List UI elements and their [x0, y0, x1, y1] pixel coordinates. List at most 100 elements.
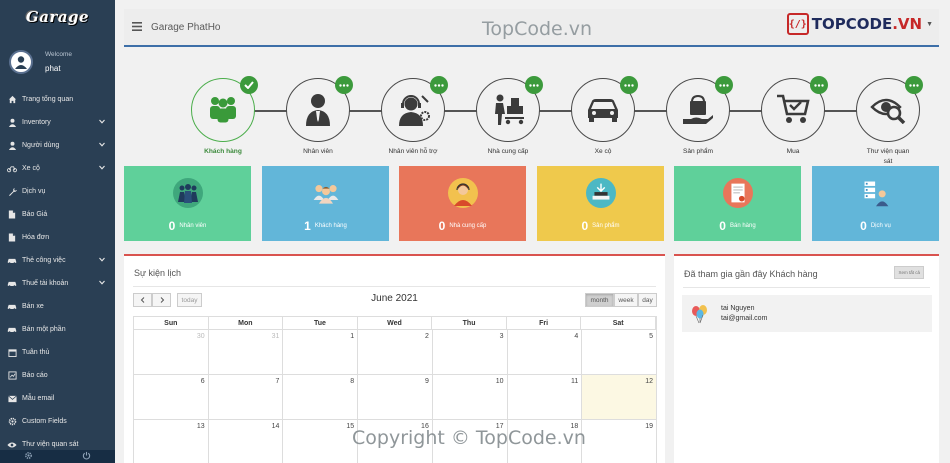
calendar-day[interactable]: 5 [582, 330, 657, 375]
hamburger-menu-icon[interactable] [132, 21, 142, 33]
sidebar-item-7[interactable]: Thẻ công việc [0, 249, 115, 272]
sidebar-item-0[interactable]: Trang tổng quan [0, 88, 115, 111]
file-icon [7, 210, 17, 219]
sidebar-item-6[interactable]: Hóa đơn [0, 226, 115, 249]
user-icon [7, 141, 17, 150]
step-button[interactable] [286, 76, 353, 142]
car-icon [585, 96, 621, 124]
calendar-day[interactable]: 7 [208, 375, 284, 420]
calendar-day[interactable]: 19 [582, 420, 657, 463]
calendar-day[interactable]: 2 [358, 330, 433, 375]
calendar-day[interactable]: 13 [134, 420, 209, 463]
chevron-down-icon[interactable]: ▼ [926, 21, 933, 28]
view-week-button[interactable]: week [614, 293, 638, 307]
recent-customers-panel: Đã tham gia gần đây Khách hàng Xem tất c… [674, 254, 939, 463]
tile-label: Dịch vụ [870, 223, 891, 229]
calendar-day[interactable]: 9 [358, 375, 433, 420]
more-dots-icon [810, 76, 828, 94]
calendar-day[interactable]: 4 [507, 330, 583, 375]
stat-tile-5[interactable]: 0 Dịch vụ [812, 166, 939, 241]
calendar-view-switcher: month week day [585, 293, 657, 307]
calendar-day[interactable]: 10 [432, 375, 508, 420]
sidebar-item-3[interactable]: Xe cộ [0, 157, 115, 180]
sidebar-item-1[interactable]: Inventory [0, 111, 115, 134]
step-label: Nhân viên hỗ trợ [388, 148, 438, 155]
step-7: Thư viện quan sát [843, 76, 933, 167]
sidebar-item-9[interactable]: Bán xe [0, 295, 115, 318]
calendar-nav: today [133, 293, 202, 307]
settings-gear-icon[interactable] [24, 451, 33, 462]
customers-icon [311, 178, 341, 208]
sidebar-item-5[interactable]: Báo Giá [0, 203, 115, 226]
step-button[interactable] [856, 76, 923, 142]
sidebar-item-10[interactable]: Bán một phần [0, 318, 115, 341]
sidebar-item-label: Báo cáo [22, 372, 48, 379]
stat-tile-1[interactable]: 1 Khách hàng [262, 166, 389, 241]
step-button[interactable] [476, 76, 543, 142]
calendar-day[interactable]: 3 [432, 330, 508, 375]
calendar-week-row: 30 31 1 2 3 4 5 [133, 330, 657, 375]
calendar-day-today[interactable]: 12 [582, 375, 657, 420]
sidebar-item-12[interactable]: Báo cáo [0, 364, 115, 387]
sidebar-item-label: Dịch vụ [22, 188, 46, 195]
wrench-icon [7, 187, 17, 196]
step-button[interactable] [666, 76, 733, 142]
divider [683, 287, 930, 288]
topcode-logo-text: TOPCODE [811, 15, 893, 33]
sidebar-item-8[interactable]: Thuế tài khoản [0, 272, 115, 295]
calendar-day[interactable]: 14 [209, 420, 284, 463]
invoice-icon [722, 178, 753, 208]
view-month-button[interactable]: month [585, 293, 614, 307]
sidebar-item-label: Hóa đơn [22, 234, 50, 241]
weekday-header: Tue [283, 317, 358, 330]
cart-icon [776, 93, 810, 127]
step-3: Nhà cung cấp [463, 76, 553, 157]
calendar-month: June 2021 [371, 293, 418, 304]
step-button[interactable] [571, 76, 638, 142]
tile-count: 0 [860, 219, 867, 233]
sidebar-item-11[interactable]: Tuân thủ [0, 341, 115, 364]
service-icon [861, 178, 891, 208]
stat-tile-3[interactable]: 0 Sản phẩm [537, 166, 664, 241]
recent-customer-item[interactable]: tai Nguyen tai@gmail.com [682, 295, 932, 332]
view-day-button[interactable]: day [638, 293, 657, 307]
topcode-logo[interactable]: {/} TOPCODE.VN ▼ [786, 13, 933, 35]
power-icon[interactable] [82, 451, 91, 462]
calendar-day[interactable]: 11 [507, 375, 583, 420]
step-2: Nhân viên hỗ trợ [368, 76, 458, 157]
chart-icon [7, 371, 17, 380]
username: phat [45, 64, 61, 73]
next-month-button[interactable] [152, 293, 171, 307]
car-icon [7, 279, 17, 288]
calendar-day[interactable]: 6 [134, 375, 209, 420]
watermark: TopCode.vn [482, 18, 593, 40]
calendar-day[interactable]: 30 [134, 330, 209, 375]
stat-tile-4[interactable]: 0 Bán hàng [674, 166, 801, 241]
more-dots-icon [620, 76, 638, 94]
sidebar-item-4[interactable]: Dịch vụ [0, 180, 115, 203]
divider [133, 286, 656, 287]
chevron-right-icon [160, 297, 164, 303]
sidebar-item-label: Tuân thủ [22, 349, 50, 356]
stat-tile-2[interactable]: 0 Nhà cung cấp [399, 166, 526, 241]
app-logo[interactable]: Garage [0, 0, 115, 33]
sidebar-item-14[interactable]: Custom Fields [0, 410, 115, 433]
calendar-day[interactable]: 8 [283, 375, 359, 420]
view-all-button[interactable]: Xem tất cả [894, 266, 924, 279]
step-button[interactable] [761, 76, 828, 142]
step-button[interactable] [381, 76, 448, 142]
calendar-day[interactable]: 15 [283, 420, 359, 463]
tile-count: 0 [581, 219, 589, 233]
observe-icon [870, 94, 906, 126]
step-button[interactable] [191, 76, 258, 142]
calendar-day[interactable]: 1 [283, 330, 359, 375]
weekday-header: Sun [134, 317, 209, 330]
sidebar-item-13[interactable]: Mẫu email [0, 387, 115, 410]
prev-month-button[interactable] [133, 293, 152, 307]
sidebar-item-2[interactable]: Người dùng [0, 134, 115, 157]
today-button[interactable]: today [177, 293, 202, 307]
calendar-day[interactable]: 31 [208, 330, 284, 375]
stat-tile-0[interactable]: 0 Nhân viên [124, 166, 251, 241]
avatar[interactable] [9, 50, 33, 74]
chevron-down-icon [99, 280, 105, 287]
